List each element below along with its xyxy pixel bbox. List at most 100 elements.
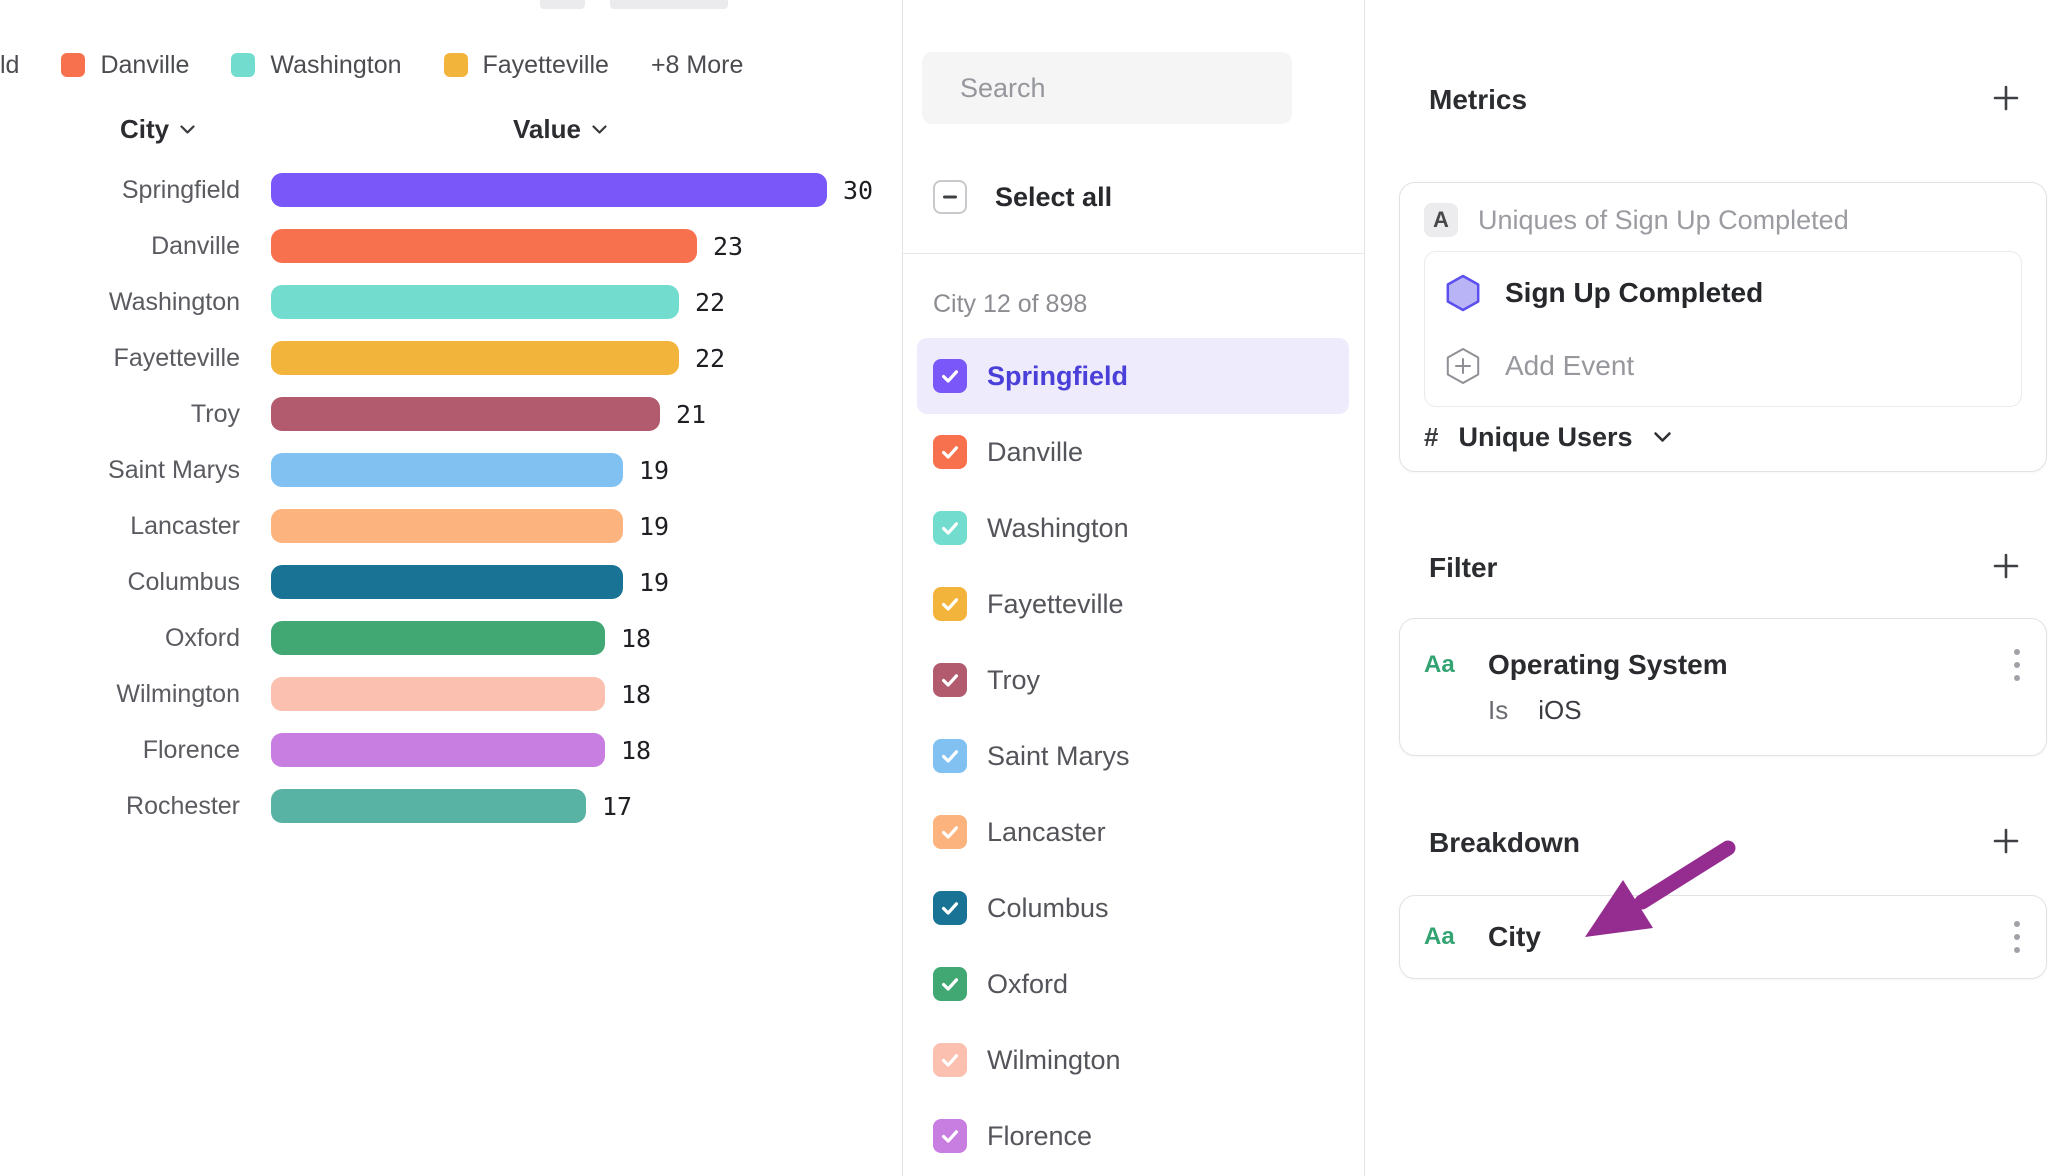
- legend-label: Danville: [100, 51, 189, 80]
- chart-row: Columbus19: [0, 554, 903, 610]
- add-metric-button[interactable]: [1991, 83, 2021, 113]
- list-item-label: Danville: [987, 437, 1083, 468]
- checkbox[interactable]: [933, 587, 967, 621]
- checkbox[interactable]: [933, 435, 967, 469]
- bar-value: 30: [843, 176, 873, 205]
- check-icon: [939, 1049, 961, 1071]
- list-item-wilmington[interactable]: Wilmington: [903, 1022, 1365, 1098]
- legend-item[interactable]: Fayetteville: [444, 51, 609, 80]
- column-header-value[interactable]: Value: [513, 114, 608, 145]
- column-header-city-label: City: [120, 114, 169, 145]
- check-icon: [939, 441, 961, 463]
- list-item-columbus[interactable]: Columbus: [903, 870, 1365, 946]
- list-item-saint-marys[interactable]: Saint Marys: [903, 718, 1365, 794]
- check-icon: [939, 973, 961, 995]
- select-all-checkbox[interactable]: [933, 180, 967, 214]
- legend-more-label[interactable]: +8 More: [651, 51, 743, 80]
- checkbox[interactable]: [933, 1043, 967, 1077]
- bar[interactable]: [271, 789, 586, 823]
- measure-dropdown[interactable]: # Unique Users: [1424, 417, 2022, 457]
- measure-label: Unique Users: [1458, 422, 1632, 453]
- checkbox[interactable]: [933, 739, 967, 773]
- filter-card: Aa Operating System Is iOS: [1399, 618, 2047, 756]
- legend-label: Fayetteville: [483, 51, 609, 80]
- checkbox[interactable]: [933, 891, 967, 925]
- add-event-row[interactable]: Add Event: [1425, 329, 2021, 402]
- add-breakdown-button[interactable]: [1991, 826, 2021, 856]
- list-item-springfield[interactable]: Springfield: [917, 338, 1349, 414]
- list-item-troy[interactable]: Troy: [903, 642, 1365, 718]
- list-item-label: Lancaster: [987, 817, 1106, 848]
- breakdown-card: Aa City: [1399, 895, 2047, 979]
- chart-row: Washington22: [0, 274, 903, 330]
- metric-summary-row: A Uniques of Sign Up Completed: [1424, 199, 2022, 241]
- bar[interactable]: [271, 285, 679, 319]
- city-list: Springfield Danville Washington Fayettevill…: [903, 338, 1365, 1174]
- sort-chevron-icon: [179, 124, 196, 135]
- list-item-label: Springfield: [987, 361, 1128, 392]
- bar[interactable]: [271, 341, 679, 375]
- search-box[interactable]: [922, 52, 1292, 124]
- bar-label: Lancaster: [0, 512, 240, 541]
- legend-swatch: [61, 53, 85, 77]
- list-count-label: City 12 of 898: [933, 290, 1087, 319]
- filter-condition[interactable]: Is iOS: [1424, 695, 2022, 726]
- checkbox[interactable]: [933, 663, 967, 697]
- bar-value: 21: [676, 400, 706, 429]
- bar[interactable]: [271, 173, 827, 207]
- bar[interactable]: [271, 565, 623, 599]
- column-header-city[interactable]: City: [120, 114, 196, 145]
- check-icon: [939, 517, 961, 539]
- list-item-lancaster[interactable]: Lancaster: [903, 794, 1365, 870]
- app-root: ld DanvilleWashingtonFayetteville +8 Mor…: [0, 0, 2064, 1176]
- bar-label: Saint Marys: [0, 456, 240, 485]
- sort-chevron-icon: [591, 124, 608, 135]
- list-item-fayetteville[interactable]: Fayetteville: [903, 566, 1365, 642]
- list-item-oxford[interactable]: Oxford: [903, 946, 1365, 1022]
- checkbox[interactable]: [933, 967, 967, 1001]
- add-filter-button[interactable]: [1991, 551, 2021, 581]
- bar[interactable]: [271, 397, 660, 431]
- bar[interactable]: [271, 733, 605, 767]
- checkbox[interactable]: [933, 511, 967, 545]
- filter-property-name: Operating System: [1488, 649, 1990, 681]
- event-row[interactable]: Sign Up Completed: [1425, 256, 2021, 329]
- breakdown-property-row[interactable]: Aa City: [1424, 915, 2022, 959]
- checkbox[interactable]: [933, 1119, 967, 1153]
- list-item-danville[interactable]: Danville: [903, 414, 1365, 490]
- legend-item[interactable]: Washington: [231, 51, 401, 80]
- legend-item[interactable]: Danville: [61, 51, 189, 80]
- select-all-row[interactable]: Select all: [933, 180, 1112, 214]
- kebab-menu-icon[interactable]: [2012, 645, 2022, 685]
- chart-row: Wilmington18: [0, 666, 903, 722]
- check-icon: [939, 593, 961, 615]
- breakdown-property-name: City: [1488, 921, 1990, 953]
- bar-label: Columbus: [0, 568, 240, 597]
- chart-row: Florence18: [0, 722, 903, 778]
- event-hexagon-icon: [1443, 273, 1483, 313]
- checkbox[interactable]: [933, 815, 967, 849]
- bar[interactable]: [271, 453, 623, 487]
- legend-swatch: [231, 53, 255, 77]
- legend-items: Danville Washington Fayetteville: [61, 51, 608, 80]
- bar[interactable]: [271, 621, 605, 655]
- bar-label: Springfield: [0, 176, 240, 205]
- check-icon: [939, 821, 961, 843]
- bar[interactable]: [271, 229, 697, 263]
- bar[interactable]: [271, 677, 605, 711]
- list-item-label: Saint Marys: [987, 741, 1130, 772]
- kebab-menu-icon[interactable]: [2012, 917, 2022, 957]
- list-item-washington[interactable]: Washington: [903, 490, 1365, 566]
- legend-label: Washington: [270, 51, 401, 80]
- divider: [903, 253, 1365, 254]
- search-input[interactable]: [960, 73, 1314, 104]
- filter-property-row[interactable]: Aa Operating System: [1424, 643, 2022, 687]
- list-item-florence[interactable]: Florence: [903, 1098, 1365, 1174]
- list-item-label: Fayetteville: [987, 589, 1124, 620]
- chart-row: Oxford18: [0, 610, 903, 666]
- checkbox[interactable]: [933, 359, 967, 393]
- text-type-icon: Aa: [1424, 923, 1466, 951]
- bar[interactable]: [271, 509, 623, 543]
- list-item-label: Troy: [987, 665, 1040, 696]
- bar-value: 17: [602, 792, 632, 821]
